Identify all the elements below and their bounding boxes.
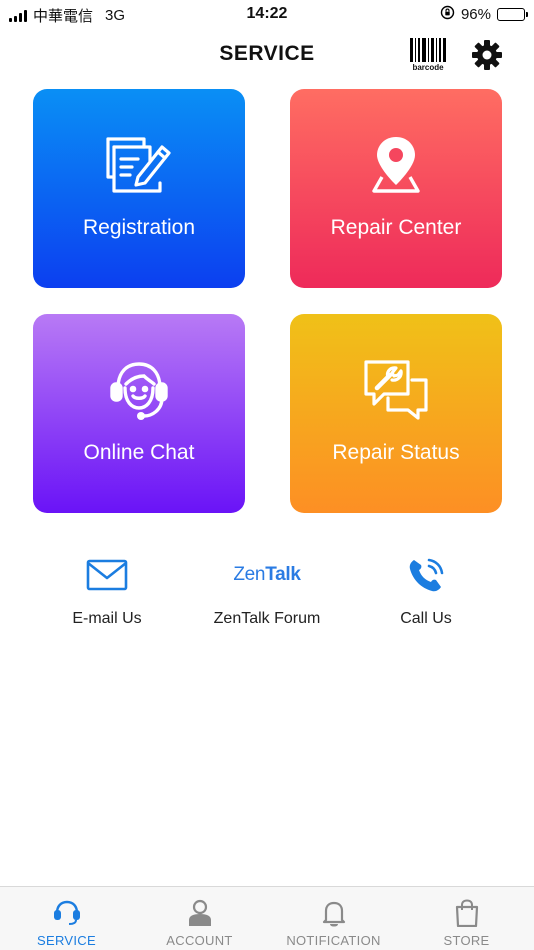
settings-button[interactable] [470,38,504,72]
wrench-chat-icon [364,360,428,420]
tile-label: Repair Status [332,441,460,464]
email-us-button[interactable]: E-mail Us [18,554,196,628]
zentalk-forum-button[interactable]: ZenTalk ZenTalk Forum [178,554,356,628]
tile-label: Repair Center [330,216,462,239]
headset-agent-icon [110,362,168,420]
registration-tile[interactable]: Registration [33,89,245,288]
zentalk-forum-label: ZenTalk Forum [213,610,321,627]
tab-store[interactable]: STORE [400,887,533,950]
email-us-label: E-mail Us [72,610,142,627]
tab-label: NOTIFICATION [286,933,381,948]
status-right: 96% [440,5,528,24]
tile-label: Online Chat [83,441,195,464]
barcode-icon [410,38,446,62]
call-us-label: Call Us [400,610,452,627]
tab-notification[interactable]: NOTIFICATION [267,887,400,950]
call-us-button[interactable]: Call Us [337,554,515,628]
barcode-button[interactable]: barcode [408,38,448,72]
online-chat-tile[interactable]: Online Chat [33,314,245,513]
tab-label: ACCOUNT [166,933,233,948]
repair-status-tile[interactable]: Repair Status [290,314,502,513]
gear-icon [472,40,502,70]
orientation-lock-icon [440,5,455,24]
status-bar: 中華電信 3G 14:22 96% [0,0,534,28]
logo-zen: Zen [233,564,266,585]
tile-label: Registration [82,216,196,239]
repair-center-tile[interactable]: Repair Center [290,89,502,288]
page-title: SERVICE [219,42,315,65]
battery-percent: 96% [460,6,491,23]
phone-call-icon [409,558,444,592]
barcode-label: barcode [412,63,444,72]
tab-label: SERVICE [37,933,96,948]
battery-icon [497,8,528,21]
user-icon [188,899,211,926]
logo-talk: Talk [265,564,301,585]
map-pin-icon [372,137,420,193]
tab-account[interactable]: ACCOUNT [133,887,266,950]
tab-label: STORE [443,933,490,948]
envelope-icon [86,559,128,591]
header: SERVICE barcode [0,28,534,82]
headset-icon [53,900,80,925]
tab-bar: SERVICE ACCOUNT NOTIFICATION STORE [0,886,534,950]
shopping-bag-icon [455,899,478,927]
bell-icon [322,901,345,927]
tab-service[interactable]: SERVICE [0,887,133,950]
registration-form-icon [106,137,171,193]
zentalk-logo: ZenTalk [233,564,301,586]
